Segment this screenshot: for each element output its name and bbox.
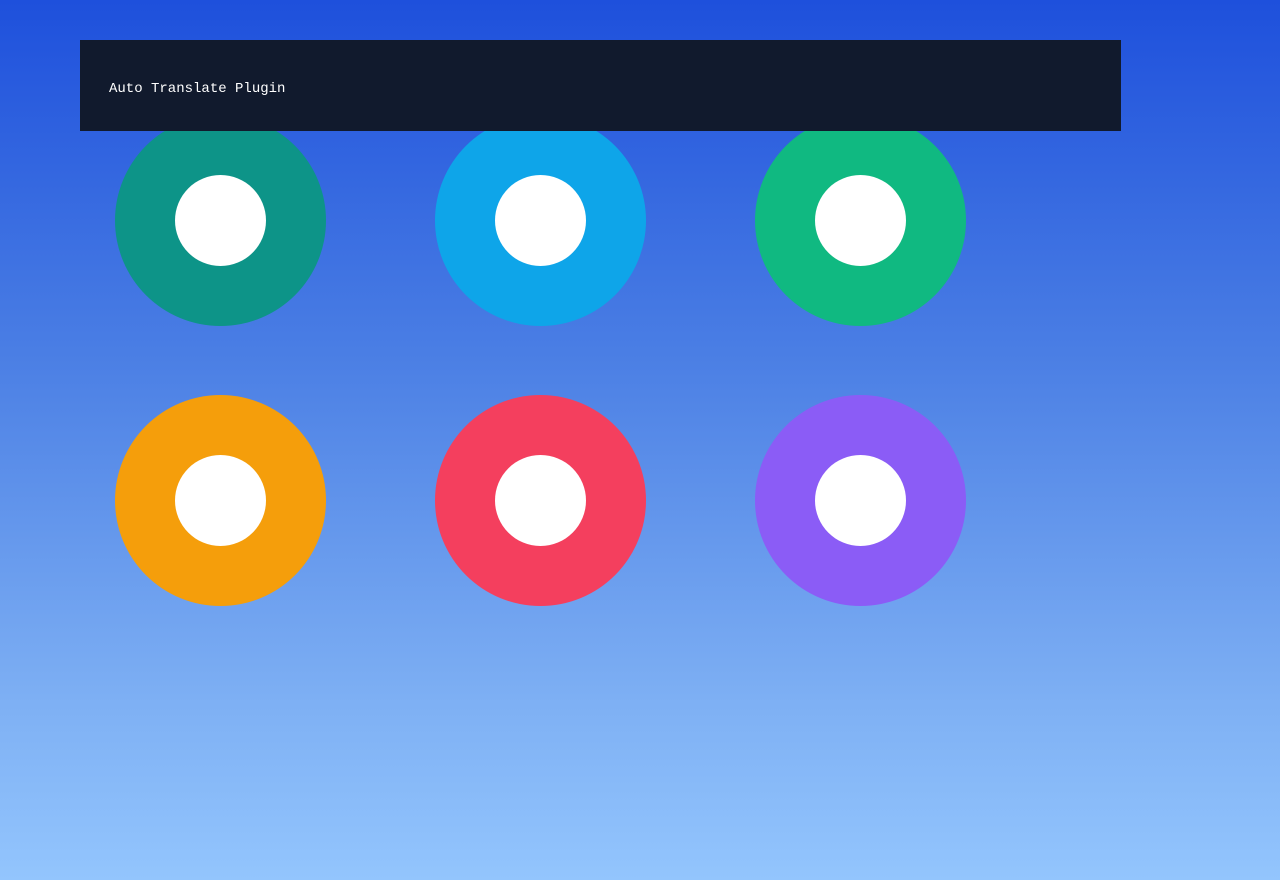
ring-tile-center [175,175,266,266]
ring-tile-emerald[interactable] [755,115,966,326]
ring-tile-center [175,455,266,546]
ring-tile-center [495,175,586,266]
ring-tile-sky[interactable] [435,115,646,326]
ring-tile-teal[interactable] [115,115,326,326]
ring-tile-rose[interactable] [435,395,646,606]
page-title: Auto Translate Plugin [109,81,286,97]
ring-tile-center [495,455,586,546]
ring-tile-violet[interactable] [755,395,966,606]
ring-tile-center [815,455,906,546]
ring-tile-center [815,175,906,266]
plugin-header: Auto Translate Plugin [80,40,1121,131]
ring-tile-amber[interactable] [115,395,326,606]
